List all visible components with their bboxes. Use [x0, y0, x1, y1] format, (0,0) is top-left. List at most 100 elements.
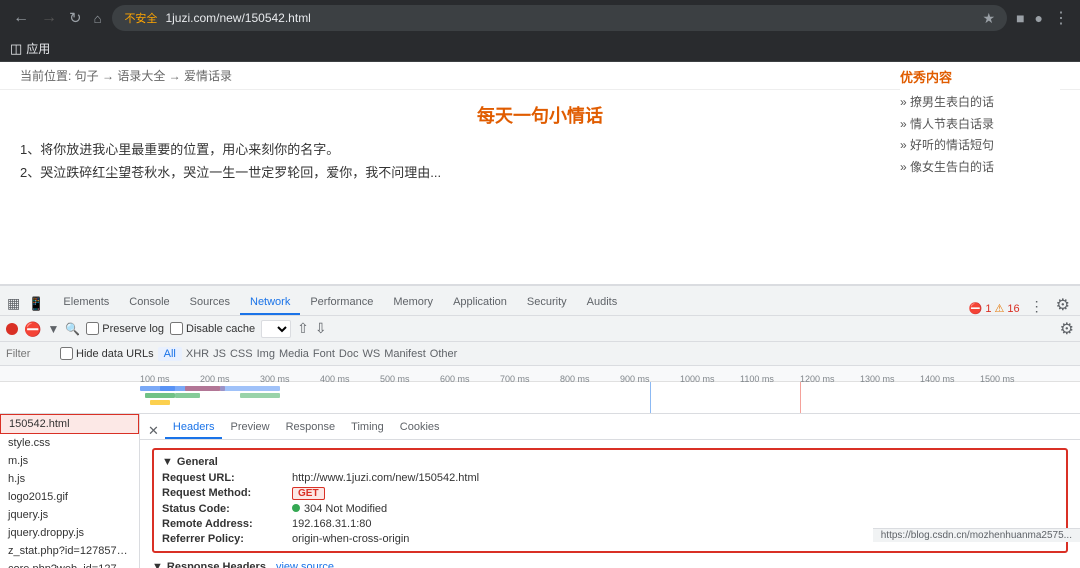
tab-network[interactable]: Network: [240, 291, 300, 315]
file-item-stylecss[interactable]: style.css: [0, 434, 139, 452]
devtools-toggle[interactable]: ▦ 📱: [4, 292, 53, 315]
apps-icon: ◫: [10, 41, 22, 57]
filter-tag-img[interactable]: Img: [257, 348, 275, 360]
detail-tab-headers[interactable]: Headers: [165, 417, 223, 439]
sidebar-link-3[interactable]: » 好听的情话短句: [900, 135, 1060, 157]
apps-bookmark[interactable]: ◫ 应用: [10, 40, 50, 57]
detail-tab-response[interactable]: Response: [278, 417, 344, 439]
breadcrumb: 当前位置: 句子 → 语录大全 → 爱情话录: [20, 67, 232, 84]
request-detail: ✕ Headers Preview Response Timing Cookie…: [140, 414, 1080, 568]
filter-input[interactable]: [6, 348, 56, 360]
warn-count: 16: [1007, 303, 1019, 315]
devtools-body: 150542.html style.css m.js h.js logo2015…: [0, 414, 1080, 568]
devtools-settings[interactable]: ⚙: [1050, 295, 1076, 315]
detail-tab-cookies[interactable]: Cookies: [392, 417, 448, 439]
home-button[interactable]: ⌂: [89, 8, 107, 29]
sidebar-title: 优秀内容: [900, 67, 1060, 86]
record-button[interactable]: [6, 323, 18, 335]
bookmarks-bar: ◫ 应用: [0, 36, 1080, 62]
sidebar-link-4[interactable]: » 像女生告白的话: [900, 157, 1060, 179]
throttle-select[interactable]: Online: [261, 320, 291, 338]
filter-bar: Hide data URLs All XHR JS CSS Img Media …: [0, 342, 1080, 366]
device-icon[interactable]: 📱: [25, 293, 47, 315]
status-code-key: Status Code:: [162, 503, 292, 515]
file-item-150542[interactable]: 150542.html: [0, 414, 139, 434]
file-item-hjs[interactable]: h.js: [0, 470, 139, 488]
headers-content: ▼ General Request URL: http://www.1juzi.…: [140, 440, 1080, 568]
request-method-badge: GET: [292, 487, 325, 500]
account-button[interactable]: ●: [1032, 7, 1046, 29]
file-item-core[interactable]: core.php?web_id=12785703...: [0, 560, 139, 568]
request-url-val: http://www.1juzi.com/new/150542.html: [292, 472, 479, 484]
referrer-policy-val: origin-when-cross-origin: [292, 533, 409, 545]
bookmark-icon[interactable]: ★: [983, 10, 996, 27]
inspect-icon[interactable]: ▦: [4, 292, 23, 315]
menu-button[interactable]: ⋮: [1050, 5, 1072, 31]
refresh-button[interactable]: ↻: [64, 6, 87, 30]
browser-action-buttons: ■ ● ⋮: [1013, 5, 1072, 31]
sidebar-link-1[interactable]: » 撩男生表白的话: [900, 92, 1060, 114]
devtools-tabbar: ▦ 📱 Elements Console Sources Network Per…: [0, 286, 1080, 316]
filter-tag-doc[interactable]: Doc: [339, 348, 359, 360]
filter-tag-manifest[interactable]: Manifest: [384, 348, 426, 360]
response-headers-header[interactable]: ▼ Response Headers view source: [152, 561, 1068, 568]
general-section-header[interactable]: ▼ General: [162, 456, 1058, 472]
tab-application[interactable]: Application: [443, 291, 517, 315]
error-icon: ⛔: [969, 302, 983, 315]
file-item-jquery[interactable]: jquery.js: [0, 506, 139, 524]
timeline-bars: [0, 382, 1080, 414]
filter-tag-js[interactable]: JS: [213, 348, 226, 360]
export-icon[interactable]: ⇩: [315, 320, 327, 337]
file-item-zstat[interactable]: z_stat.php?id=1278570834&...: [0, 542, 139, 560]
tab-console[interactable]: Console: [119, 291, 179, 315]
status-bar: https://blog.csdn.cn/mozhenhuanma2575...: [873, 528, 1080, 542]
filter-toggle[interactable]: ▼: [47, 322, 59, 336]
remote-address-val: 192.168.31.1:80: [292, 518, 372, 530]
clear-button[interactable]: ⛔: [24, 322, 41, 336]
filter-tag-other[interactable]: Other: [430, 348, 458, 360]
filter-tag-ws[interactable]: WS: [362, 348, 380, 360]
file-item-logo[interactable]: logo2015.gif: [0, 488, 139, 506]
devtools-more[interactable]: ⋮: [1024, 298, 1050, 315]
detail-close-btn[interactable]: ✕: [148, 423, 165, 439]
filter-tag-xhr[interactable]: XHR: [186, 348, 209, 360]
search-button[interactable]: 🔍: [65, 322, 80, 336]
extension-button[interactable]: ■: [1013, 7, 1027, 29]
tab-memory[interactable]: Memory: [383, 291, 443, 315]
file-list: 150542.html style.css m.js h.js logo2015…: [0, 414, 140, 568]
tab-sources[interactable]: Sources: [180, 291, 240, 315]
detail-tab-timing[interactable]: Timing: [343, 417, 392, 439]
error-badge: ⛔ 1 ⚠ 16: [965, 302, 1024, 315]
hide-data-urls-checkbox[interactable]: [60, 347, 73, 360]
referrer-policy-key: Referrer Policy:: [162, 533, 292, 545]
file-item-mjs[interactable]: m.js: [0, 452, 139, 470]
disable-cache-label[interactable]: Disable cache: [170, 322, 255, 335]
response-headers-section: ▼ Response Headers view source Accept-Ra…: [152, 561, 1068, 568]
network-settings[interactable]: ⚙: [1060, 319, 1074, 339]
tab-audits[interactable]: Audits: [577, 291, 628, 315]
detail-tab-preview[interactable]: Preview: [222, 417, 277, 439]
address-bar[interactable]: 不安全 1juzi.com/new/150542.html ★: [112, 5, 1007, 31]
preserve-log-checkbox[interactable]: [86, 322, 99, 335]
forward-button[interactable]: →: [36, 6, 62, 30]
security-label: 不安全: [124, 10, 157, 26]
import-icon[interactable]: ⇧: [297, 320, 309, 337]
view-source-link[interactable]: view source: [276, 561, 334, 568]
filter-tag-font[interactable]: Font: [313, 348, 335, 360]
sidebar-link-2[interactable]: » 情人节表白话录: [900, 114, 1060, 136]
timeline-area: 100 ms 200 ms 300 ms 400 ms 500 ms 600 m…: [0, 366, 1080, 414]
apps-label: 应用: [26, 40, 50, 57]
tab-security[interactable]: Security: [517, 291, 577, 315]
file-item-jquerydroppy[interactable]: jquery.droppy.js: [0, 524, 139, 542]
back-button[interactable]: ←: [8, 6, 34, 30]
filter-tag-media[interactable]: Media: [279, 348, 309, 360]
tab-elements[interactable]: Elements: [53, 291, 119, 315]
hide-data-urls-label[interactable]: Hide data URLs: [60, 347, 154, 360]
filter-tag-css[interactable]: CSS: [230, 348, 253, 360]
tab-performance[interactable]: Performance: [300, 291, 383, 315]
sidebar-right: 优秀内容 » 撩男生表白的话 » 情人节表白话录 » 好听的情话短句 » 像女生…: [900, 67, 1060, 178]
warn-icon: ⚠: [995, 302, 1005, 315]
preserve-log-label[interactable]: Preserve log: [86, 322, 164, 335]
disable-cache-checkbox[interactable]: [170, 322, 183, 335]
all-badge[interactable]: All: [158, 347, 182, 361]
